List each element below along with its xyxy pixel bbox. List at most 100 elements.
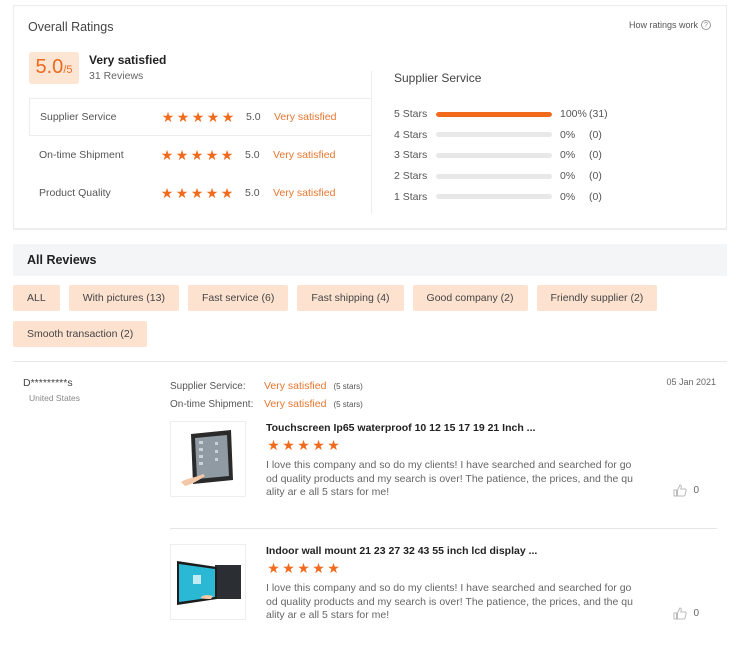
thumbs-up-icon (673, 484, 688, 497)
help-icon: ? (701, 20, 711, 30)
star-icon: ★ (190, 184, 204, 201)
star-icon: ★ (312, 560, 325, 576)
touchscreen-monitor-image (171, 422, 245, 496)
category-row-product-quality[interactable]: Product Quality ★ ★ ★ ★ ★ 5.0 Very satisfied (29, 174, 372, 212)
star-rating: ★ ★ ★ ★ ★ (266, 560, 341, 577)
star-icon: ★ (267, 560, 280, 576)
category-desc: Very satisfied (273, 187, 336, 199)
breakdown-bar-track (436, 152, 552, 158)
breakdown-percent: 0% (560, 170, 576, 183)
like-button[interactable]: 0 (673, 484, 699, 497)
category-row-on-time-shipment[interactable]: On-time Shipment ★ ★ ★ ★ ★ 5.0 Very satisfie… (29, 136, 372, 174)
filter-chip-smooth-transaction[interactable]: Smooth transaction (2) (13, 321, 148, 347)
star-breakdown: 5 Stars 100% (31) 4 Stars 0% (0) 3 Stars… (394, 104, 619, 207)
filter-chip-with-pictures[interactable]: With pictures (13) (68, 285, 179, 311)
review-filter-chips: ALL With pictures (13) Fast service (6) … (13, 285, 727, 347)
reviewer-name: D*********s (23, 377, 73, 389)
star-rating: ★ ★ ★ ★ ★ (161, 109, 235, 126)
review-text: I love this company and so do my clients… (266, 459, 633, 498)
breakdown-row-4: 4 Stars 0% (0) (394, 125, 619, 146)
star-icon: ★ (205, 184, 219, 201)
item-divider (170, 528, 717, 529)
filter-chip-friendly-supplier[interactable]: Friendly supplier (2) (536, 285, 658, 311)
breakdown-bar-track (436, 173, 552, 179)
category-label: On-time Shipment (39, 149, 124, 161)
breakdown-label: 1 Stars (394, 190, 428, 203)
star-icon: ★ (160, 146, 174, 163)
star-rating: ★ ★ ★ ★ ★ (160, 185, 234, 202)
overall-score-max: /5 (63, 64, 73, 76)
product-title[interactable]: Touchscreen Ip65 waterproof 10 12 15 17 … (266, 422, 535, 434)
meta-value: Very satisfied (264, 398, 327, 410)
breakdown-count: (31) (589, 108, 608, 121)
overall-score: 5.0 (35, 56, 64, 78)
star-icon: ★ (282, 437, 295, 453)
breakdown-count: (0) (589, 170, 602, 183)
breakdown-percent: 0% (560, 190, 576, 203)
meta-row-supplier-service: Supplier Service: Very satisfied (5 star… (170, 377, 363, 395)
category-label: Product Quality (39, 187, 111, 199)
filter-chip-fast-shipping[interactable]: Fast shipping (4) (297, 285, 404, 311)
breakdown-count: (0) (589, 128, 602, 141)
category-label: Supplier Service (40, 111, 117, 123)
star-icon: ★ (206, 108, 220, 125)
category-score: 5.0 (245, 187, 260, 199)
breakdown-bar-track (436, 132, 552, 138)
product-thumbnail-touchscreen[interactable] (170, 421, 246, 497)
star-rating: ★ ★ ★ ★ ★ (160, 147, 234, 164)
review-date: 05 Jan 2021 (666, 377, 716, 387)
category-score: 5.0 (245, 149, 260, 161)
star-icon: ★ (267, 437, 280, 453)
category-ratings-list: Supplier Service ★ ★ ★ ★ ★ 5.0 Very satisfie… (29, 98, 372, 212)
all-reviews-header: All Reviews (13, 244, 727, 276)
star-icon: ★ (176, 108, 190, 125)
how-ratings-work-label: How ratings work (628, 20, 698, 30)
star-icon: ★ (160, 184, 174, 201)
breakdown-bar-fill (436, 111, 552, 117)
breakdown-label: 2 Stars (394, 170, 428, 183)
star-icon: ★ (327, 560, 340, 576)
breakdown-count: (0) (589, 149, 602, 162)
star-icon: ★ (297, 560, 310, 576)
review-text: I love this company and so do my clients… (266, 582, 633, 621)
breakdown-bar-track (436, 111, 552, 117)
meta-row-on-time-shipment: On-time Shipment: Very satisfied (5 star… (170, 395, 363, 413)
category-desc: Very satisfied (273, 149, 336, 161)
overall-ratings-card: Overall Ratings How ratings work ? 5.0 /… (13, 5, 727, 230)
star-icon: ★ (327, 437, 340, 453)
star-rating: ★ ★ ★ ★ ★ (266, 437, 341, 454)
meta-label: Supplier Service: (170, 380, 246, 392)
star-icon: ★ (297, 437, 310, 453)
product-title[interactable]: Indoor wall mount 21 23 27 32 43 55 inch… (266, 545, 537, 557)
overall-score-badge: 5.0 /5 (29, 52, 79, 84)
breakdown-bar-track (436, 194, 552, 200)
how-ratings-work-link[interactable]: How ratings work ? (629, 20, 711, 30)
like-count: 0 (693, 608, 699, 619)
all-reviews-title: All Reviews (27, 253, 97, 267)
filter-chip-all[interactable]: ALL (13, 285, 60, 311)
category-score: 5.0 (246, 111, 261, 123)
thumbs-up-icon (673, 607, 688, 620)
breakdown-percent: 0% (560, 128, 576, 141)
wall-display-image (171, 545, 245, 619)
star-icon: ★ (312, 437, 325, 453)
overall-ratings-title: Overall Ratings (28, 20, 114, 34)
breakdown-label: 5 Stars (394, 108, 428, 121)
star-icon: ★ (175, 146, 189, 163)
star-icon: ★ (191, 108, 205, 125)
meta-stars: (5 stars) (333, 381, 363, 391)
star-icon: ★ (221, 108, 235, 125)
star-icon: ★ (175, 184, 189, 201)
star-icon: ★ (282, 560, 295, 576)
category-row-supplier-service[interactable]: Supplier Service ★ ★ ★ ★ ★ 5.0 Very satisfie… (29, 98, 372, 136)
review-meta: Supplier Service: Very satisfied (5 star… (170, 377, 363, 413)
filter-chip-fast-service[interactable]: Fast service (6) (187, 285, 289, 311)
breakdown-percent: 100% (560, 108, 587, 121)
product-thumbnail-wall-display[interactable] (170, 544, 246, 620)
breakdown-percent: 0% (560, 149, 576, 162)
star-icon: ★ (220, 146, 234, 163)
like-button[interactable]: 0 (673, 607, 699, 620)
overall-summary-label: Very satisfied (89, 53, 167, 67)
filter-chip-good-company[interactable]: Good company (2) (412, 285, 528, 311)
section-divider (13, 361, 727, 362)
